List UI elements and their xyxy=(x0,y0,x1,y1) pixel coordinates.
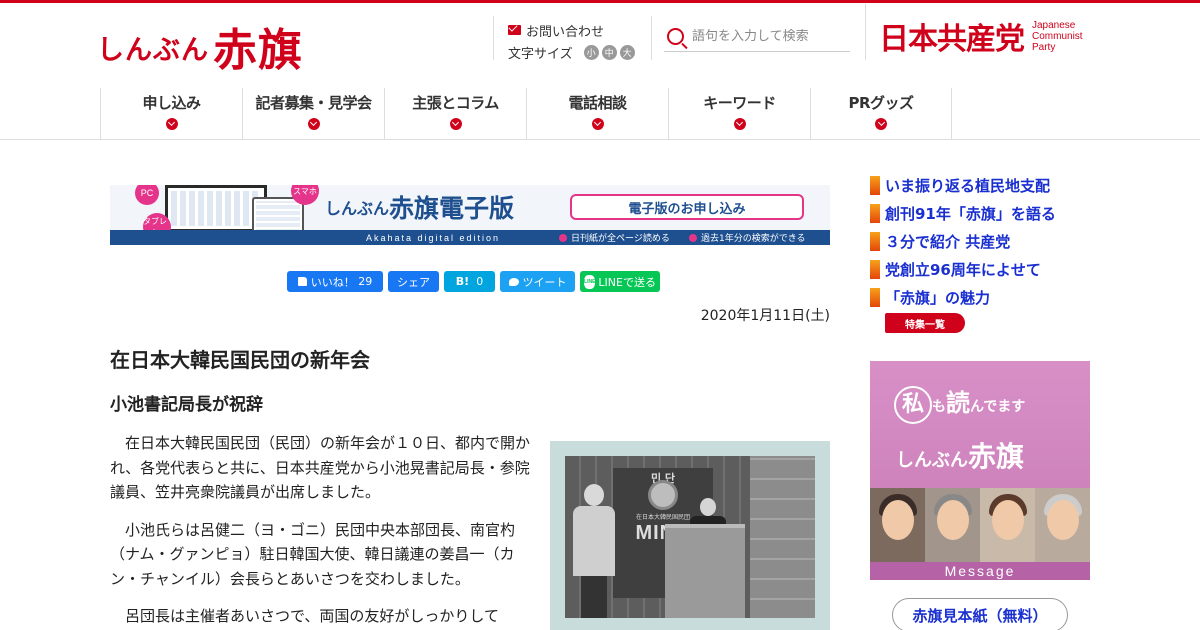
party-name-en: Japanese Communist Party xyxy=(1032,19,1083,53)
nav-label: PRグッズ xyxy=(848,94,914,112)
font-size-label: 文字サイズ xyxy=(508,46,573,62)
chevron-down-icon xyxy=(733,118,746,130)
hatena-icon: B! xyxy=(455,275,470,288)
font-size-medium-button[interactable]: 中 xyxy=(601,44,617,60)
digital-subscribe-button[interactable]: 電子版のお申し込み xyxy=(570,194,804,220)
share-buttons: いいね！ 29 シェア B! 0 ツイート LINE LINEで送る xyxy=(287,271,660,292)
header-divider xyxy=(493,16,494,60)
font-size-small-button[interactable]: 小 xyxy=(583,44,599,60)
feature-links: いま振り返る植民地支配 創刊91年「赤旗」を語る ３分で紹介 共産党 党創立96… xyxy=(870,171,1056,311)
font-size-control: 文字サイズ 小 中 大 xyxy=(508,42,635,62)
hatena-bookmark-button[interactable]: B! 0 xyxy=(444,271,495,292)
party-name: 日本共産党 xyxy=(879,22,1025,57)
main-nav: 申し込み 記者募集・見学会 主張とコラム 電話相談 キーワード PRグッズ xyxy=(100,88,952,139)
article-date: 2020年1月11日(土) xyxy=(700,308,830,324)
photo-podium xyxy=(665,524,745,618)
chevron-down-icon xyxy=(449,118,462,130)
header-utility: お問い合わせ 文字サイズ 小 中 大 xyxy=(508,20,635,64)
article-paragraph: 在日本大韓民国民団（民団）の新年会が１０日、都内で開かれ、各党代表らと共に、日本… xyxy=(110,434,531,501)
link-bar-icon xyxy=(870,259,880,279)
line-icon: LINE xyxy=(584,274,596,289)
digital-edition-banner[interactable]: PC タブレット スマホ しんぶん赤旗電子版 電子版のお申し込み Akahata… xyxy=(110,185,830,245)
article-title: 在日本大韓民国民団の新年会 xyxy=(110,348,370,372)
search-input[interactable] xyxy=(692,29,842,44)
article-body: 在日本大韓民国民団（民団）の新年会が１０日、都内で開かれ、各党代表らと共に、日本… xyxy=(110,431,530,630)
thumbs-up-icon xyxy=(297,277,307,286)
link-bar-icon xyxy=(870,231,880,251)
contact-link[interactable]: お問い合わせ xyxy=(508,20,635,40)
nav-item-keyword[interactable]: キーワード xyxy=(668,88,810,139)
banner-title: しんぶん赤旗電子版 xyxy=(325,194,515,223)
logo-kanji: 赤旗 xyxy=(213,25,303,76)
feature-link[interactable]: 創刊91年「赤旗」を語る xyxy=(870,199,1056,227)
article-subtitle: 小池書記局長が祝辞 xyxy=(110,395,263,415)
photo-pillar xyxy=(750,456,815,618)
chevron-down-icon xyxy=(307,118,320,130)
line-send-button[interactable]: LINE LINEで送る xyxy=(580,271,660,292)
free-sample-button[interactable]: 赤旗見本紙（無料） xyxy=(892,598,1068,630)
header-divider xyxy=(651,16,652,60)
feature-link[interactable]: いま振り返る植民地支配 xyxy=(870,171,1056,199)
nav-label: 主張とコラム xyxy=(412,94,499,112)
contact-label: お問い合わせ xyxy=(526,24,605,40)
article-paragraph: 呂団長は主催者あいさつで、両国の友好がしっかりして xyxy=(125,607,499,625)
banner-feature: 過去1年分の検索ができる xyxy=(689,231,806,244)
emblem-icon xyxy=(648,480,678,510)
ad-headline: 私も読んでます xyxy=(894,383,1025,424)
mail-icon xyxy=(508,25,521,35)
twitter-bird-icon xyxy=(508,277,519,286)
header-divider xyxy=(865,4,866,60)
facebook-share-button[interactable]: シェア xyxy=(388,271,439,292)
ad-brand: しんぶん赤旗 xyxy=(896,440,1025,473)
nav-item-subscribe[interactable]: 申し込み xyxy=(100,88,242,139)
ad-faces xyxy=(870,488,1090,562)
banner-feature: 日刊紙が全ページ読める xyxy=(559,231,670,244)
nav-label: 申し込み xyxy=(142,94,201,112)
chevron-down-icon xyxy=(875,118,887,130)
feature-link[interactable]: 「赤旗」の魅力 xyxy=(870,283,1056,311)
nav-item-phone-consult[interactable]: 電話相談 xyxy=(526,88,668,139)
photo-person-standing xyxy=(573,484,615,618)
nav-label: 記者募集・見学会 xyxy=(255,94,372,112)
akahata-logo[interactable]: しんぶん赤旗 xyxy=(97,14,303,78)
chevron-down-icon xyxy=(165,118,178,130)
logo-kana: しんぶん xyxy=(97,35,209,66)
jcp-logo[interactable]: 日本共産党 Japanese Communist Party xyxy=(879,14,1083,58)
link-bar-icon xyxy=(870,175,880,195)
nav-label: 電話相談 xyxy=(568,94,627,112)
nav-item-opinion[interactable]: 主張とコラム xyxy=(384,88,526,139)
feature-link[interactable]: 党創立96周年によせて xyxy=(870,255,1056,283)
search-icon[interactable] xyxy=(667,28,684,45)
link-bar-icon xyxy=(870,287,880,307)
nav-label: キーワード xyxy=(703,94,776,112)
search-box xyxy=(664,22,850,52)
top-accent-line xyxy=(0,0,1200,3)
article-paragraph: 小池氏らは呂健二（ヨ・ゴニ）民団中央本部団長、南官杓（ナム・グァンピョ）駐日韓国… xyxy=(110,520,516,588)
ad-message-label: Message xyxy=(870,562,1090,580)
nav-item-recruit[interactable]: 記者募集・見学会 xyxy=(242,88,384,139)
link-bar-icon xyxy=(870,203,880,223)
chevron-down-icon xyxy=(591,118,604,130)
nav-bottom-border xyxy=(0,139,1200,140)
nav-item-pr-goods[interactable]: PRグッズ xyxy=(810,88,952,139)
facebook-like-button[interactable]: いいね！ 29 xyxy=(287,271,383,292)
article-photo[interactable]: 민 단 在日本大韓民国民団 MIND xyxy=(565,456,815,618)
twitter-tweet-button[interactable]: ツイート xyxy=(500,271,575,292)
banner-subtitle: Akahata digital edition xyxy=(366,233,501,243)
pc-badge: PC xyxy=(135,185,159,205)
feature-link[interactable]: ３分で紹介 共産党 xyxy=(870,227,1056,255)
feature-list-button[interactable]: 特集一覧 xyxy=(885,313,965,333)
font-size-large-button[interactable]: 大 xyxy=(619,44,635,60)
reader-message-ad[interactable]: 私も読んでます しんぶん赤旗 Message xyxy=(870,361,1090,580)
